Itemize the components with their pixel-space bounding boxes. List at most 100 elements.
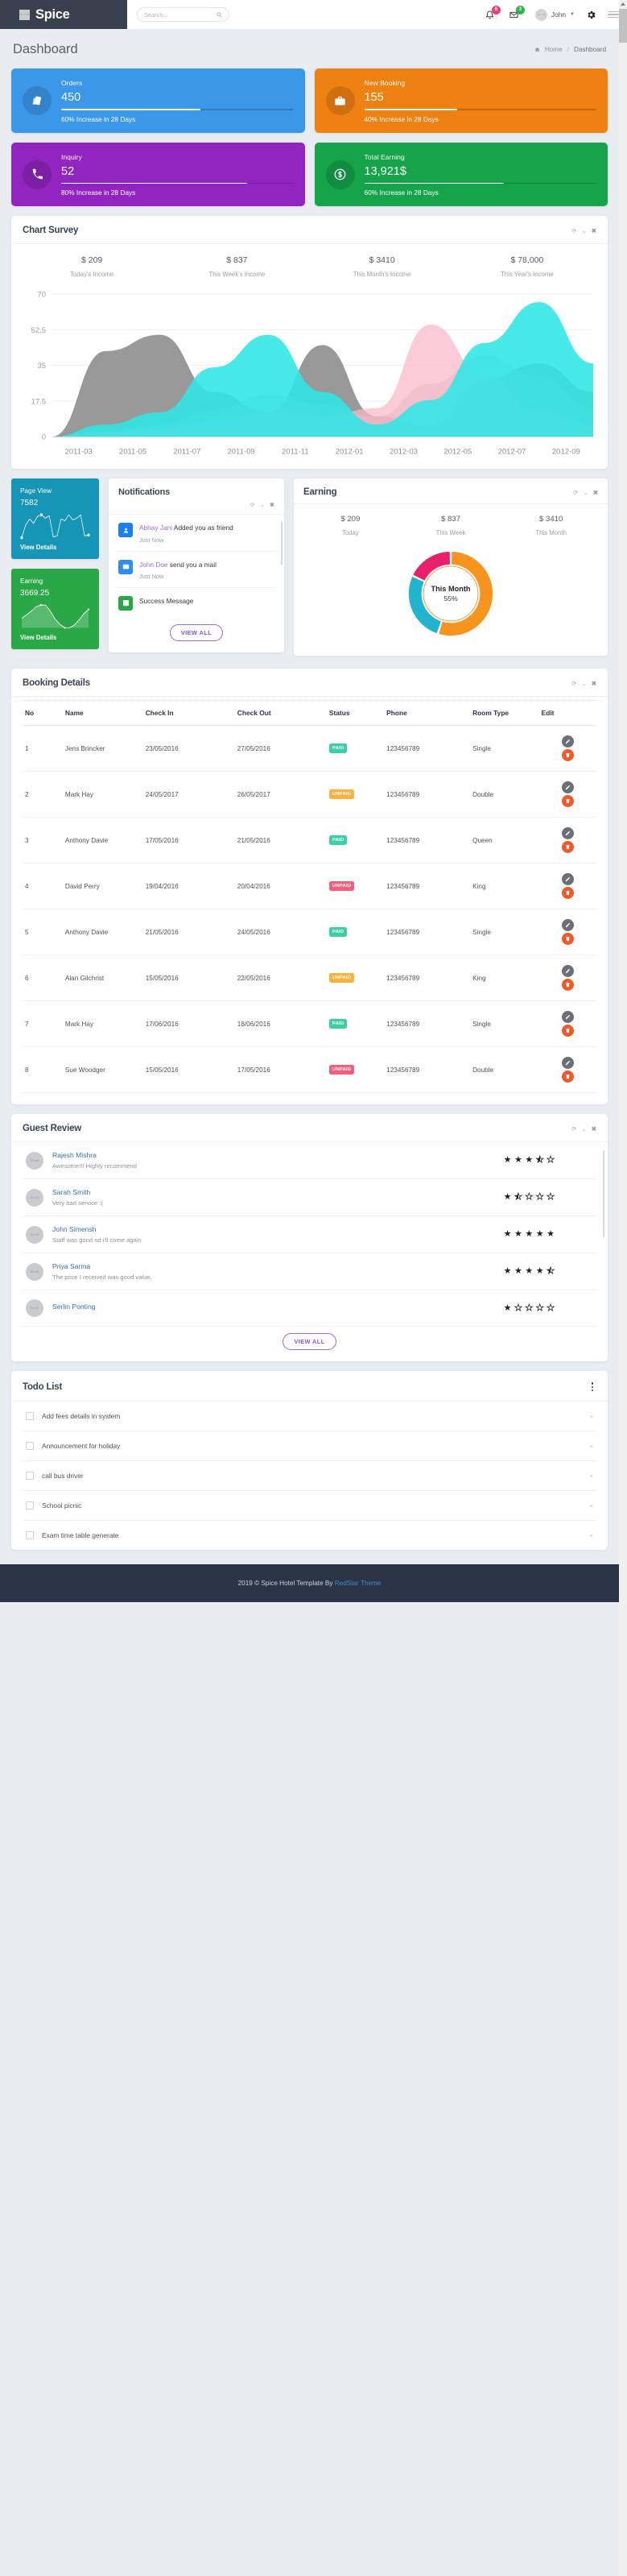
review-text: The price I received was good value. bbox=[52, 1274, 152, 1282]
reviewer-name[interactable]: Rajesh Mishra bbox=[52, 1151, 495, 1159]
table-row[interactable]: 2 Mark Hay 24/05/2017 26/05/2017 UNPAID 12345… bbox=[23, 771, 596, 818]
list-item[interactable]: 40 x 40 John Simensh Staff was good nd i'l… bbox=[23, 1216, 596, 1254]
refresh-icon[interactable]: ⟳ bbox=[573, 489, 578, 496]
close-icon[interactable]: ✖ bbox=[592, 1125, 596, 1133]
edit-button[interactable] bbox=[561, 965, 574, 978]
messages-button[interactable]: 2 bbox=[508, 6, 525, 21]
review-scrollbar[interactable] bbox=[602, 1150, 604, 1238]
notifications-view-all-button[interactable]: VIEW ALL bbox=[169, 623, 224, 641]
refresh-icon[interactable]: ⟳ bbox=[571, 227, 576, 234]
delete-button[interactable] bbox=[561, 887, 574, 900]
more-options-icon[interactable] bbox=[588, 1381, 596, 1393]
list-item[interactable]: Exam time table generate × bbox=[23, 1521, 596, 1550]
close-icon[interactable]: ✖ bbox=[592, 680, 596, 687]
remove-todo-icon[interactable]: × bbox=[590, 1502, 593, 1510]
refresh-icon[interactable]: ⟳ bbox=[571, 1125, 576, 1133]
refresh-icon[interactable]: ⟳ bbox=[571, 680, 576, 687]
table-row[interactable]: 5 Anthony Davie 21/05/2016 24/05/2016 PAID 12… bbox=[23, 909, 596, 956]
reviewer-name[interactable]: Sarah Smith bbox=[52, 1188, 495, 1196]
stat-card-orders[interactable]: Orders 450 60% Increase in 28 Days bbox=[11, 68, 305, 133]
remove-todo-icon[interactable]: × bbox=[590, 1443, 593, 1450]
breadcrumb-home[interactable]: Home bbox=[545, 46, 563, 53]
remove-todo-icon[interactable]: × bbox=[590, 1532, 593, 1539]
table-row[interactable]: 8 Sue Woodger 15/05/2016 17/05/2016 UNPAID 12… bbox=[23, 1046, 596, 1094]
earning-mini-value: 3669.25 bbox=[20, 589, 50, 598]
earning-mini-card[interactable]: Earning 3669.25 View Details bbox=[11, 569, 99, 650]
delete-button[interactable] bbox=[561, 841, 574, 854]
search-box[interactable] bbox=[137, 7, 229, 22]
list-item[interactable]: 40 x 40 Serlin Ponting ★ ★ ★ ★ ★ bbox=[23, 1290, 596, 1327]
gear-icon[interactable] bbox=[586, 10, 596, 20]
user-menu[interactable]: 40 x 40 John ▼ bbox=[534, 8, 575, 21]
col-status: Status bbox=[326, 700, 385, 727]
chevron-down-icon[interactable]: ⌄ bbox=[581, 227, 586, 234]
menu-toggle-icon[interactable] bbox=[608, 10, 619, 19]
guest-review-view-all-button[interactable]: VIEW ALL bbox=[283, 1333, 336, 1351]
list-item[interactable]: School picnic × bbox=[23, 1491, 596, 1522]
table-row[interactable]: 7 Mark Hay 17/06/2016 18/06/2016 PAID 1234567… bbox=[23, 1000, 596, 1048]
cell-checkout: 18/06/2016 bbox=[234, 1000, 327, 1048]
edit-button[interactable] bbox=[561, 1057, 574, 1070]
list-item[interactable]: 40 x 40 Priya Sarma The price I received w… bbox=[23, 1253, 596, 1291]
remove-todo-icon[interactable]: × bbox=[590, 1413, 593, 1420]
remove-todo-icon[interactable]: × bbox=[590, 1472, 593, 1480]
edit-button[interactable] bbox=[561, 873, 574, 886]
chevron-down-icon[interactable]: ⌄ bbox=[260, 501, 265, 508]
page-view-link[interactable]: View Details bbox=[20, 544, 90, 551]
table-row[interactable]: 6 Alan Gilchrist 15/05/2016 22/05/2016 UNPAI… bbox=[23, 955, 596, 1002]
delete-button[interactable] bbox=[561, 933, 574, 946]
edit-button[interactable] bbox=[561, 827, 574, 840]
reviewer-name[interactable]: Serlin Ponting bbox=[52, 1302, 495, 1311]
todo-checkbox[interactable] bbox=[26, 1501, 34, 1510]
earning-mini-link[interactable]: View Details bbox=[20, 634, 90, 641]
todo-checkbox[interactable] bbox=[26, 1472, 34, 1481]
delete-button[interactable] bbox=[561, 1071, 574, 1083]
earning-donut-chart: This Month 55% bbox=[294, 541, 608, 656]
edit-button[interactable] bbox=[561, 781, 574, 794]
table-row[interactable]: 3 Anthony Davie 17/05/2016 21/05/2016 PAID 12… bbox=[23, 817, 596, 864]
close-icon[interactable]: ✖ bbox=[593, 489, 598, 496]
list-item[interactable]: call bus driver × bbox=[23, 1461, 596, 1492]
todo-checkbox[interactable] bbox=[26, 1442, 34, 1451]
todo-checkbox[interactable] bbox=[26, 1531, 34, 1540]
notifications-scrollbar[interactable] bbox=[280, 521, 283, 566]
earning-sparkline bbox=[20, 601, 90, 630]
scroll-thumb[interactable] bbox=[619, 9, 627, 43]
list-item[interactable]: Success Message bbox=[117, 588, 276, 618]
table-row[interactable]: 1 Jens Brincker 23/05/2016 27/05/2016 PAID 12… bbox=[23, 725, 596, 772]
close-icon[interactable]: ✖ bbox=[592, 227, 596, 234]
chevron-down-icon[interactable]: ⌄ bbox=[581, 1125, 586, 1133]
footer-link[interactable]: RedStar Theme bbox=[335, 1580, 382, 1587]
edit-button[interactable] bbox=[561, 735, 574, 748]
delete-button[interactable] bbox=[561, 749, 574, 762]
page-scrollbar[interactable] bbox=[619, 0, 627, 2576]
list-item[interactable]: Add fees details in system × bbox=[23, 1402, 596, 1432]
edit-button[interactable] bbox=[561, 919, 574, 932]
reviewer-name[interactable]: John Simensh bbox=[52, 1225, 495, 1233]
delete-button[interactable] bbox=[561, 979, 574, 992]
list-item[interactable]: Abhay Jani Added you as friend Just Now bbox=[117, 515, 276, 552]
chevron-down-icon[interactable]: ⌄ bbox=[581, 680, 586, 687]
list-item[interactable]: 40 x 40 Sarah Smith Very bad service :(★ ★ ★… bbox=[23, 1179, 596, 1217]
list-item[interactable]: Announcement for holiday × bbox=[23, 1431, 596, 1462]
stat-card-inquiry[interactable]: Inquiry 52 80% Increase in 28 Days bbox=[11, 142, 305, 207]
delete-button[interactable] bbox=[561, 1025, 574, 1037]
list-item[interactable]: John Doe send you a mail Just Now bbox=[117, 552, 276, 588]
scroll-up-arrow[interactable] bbox=[619, 0, 627, 8]
edit-button[interactable] bbox=[561, 1011, 574, 1024]
table-row[interactable]: 4 David Perry 19/04/2016 20/04/2016 UNPAID 12… bbox=[23, 863, 596, 910]
notification-text: John Doe send you a mail bbox=[139, 560, 217, 569]
list-item[interactable]: 40 x 40 Rajesh Mishra Awesome!!! Highly re… bbox=[23, 1142, 596, 1180]
brand-area[interactable]: 40 x 40 Spice bbox=[0, 0, 127, 29]
page-view-card[interactable]: Page View 7582 View Details bbox=[11, 478, 99, 560]
refresh-icon[interactable]: ⟳ bbox=[250, 501, 255, 508]
notifications-button[interactable]: 6 bbox=[484, 6, 501, 21]
todo-checkbox[interactable] bbox=[26, 1412, 34, 1421]
reviewer-name[interactable]: Priya Sarma bbox=[52, 1262, 495, 1270]
close-icon[interactable]: ✖ bbox=[270, 501, 274, 508]
stat-card-total-earning[interactable]: Total Earning 13,921$ 60% Increase in 28… bbox=[314, 142, 608, 207]
delete-button[interactable] bbox=[561, 795, 574, 808]
search-input[interactable] bbox=[144, 10, 215, 19]
chevron-down-icon[interactable]: ⌄ bbox=[583, 489, 588, 496]
stat-card-new-booking[interactable]: New Booking 155 40% Increase in 28 Days bbox=[314, 68, 608, 133]
